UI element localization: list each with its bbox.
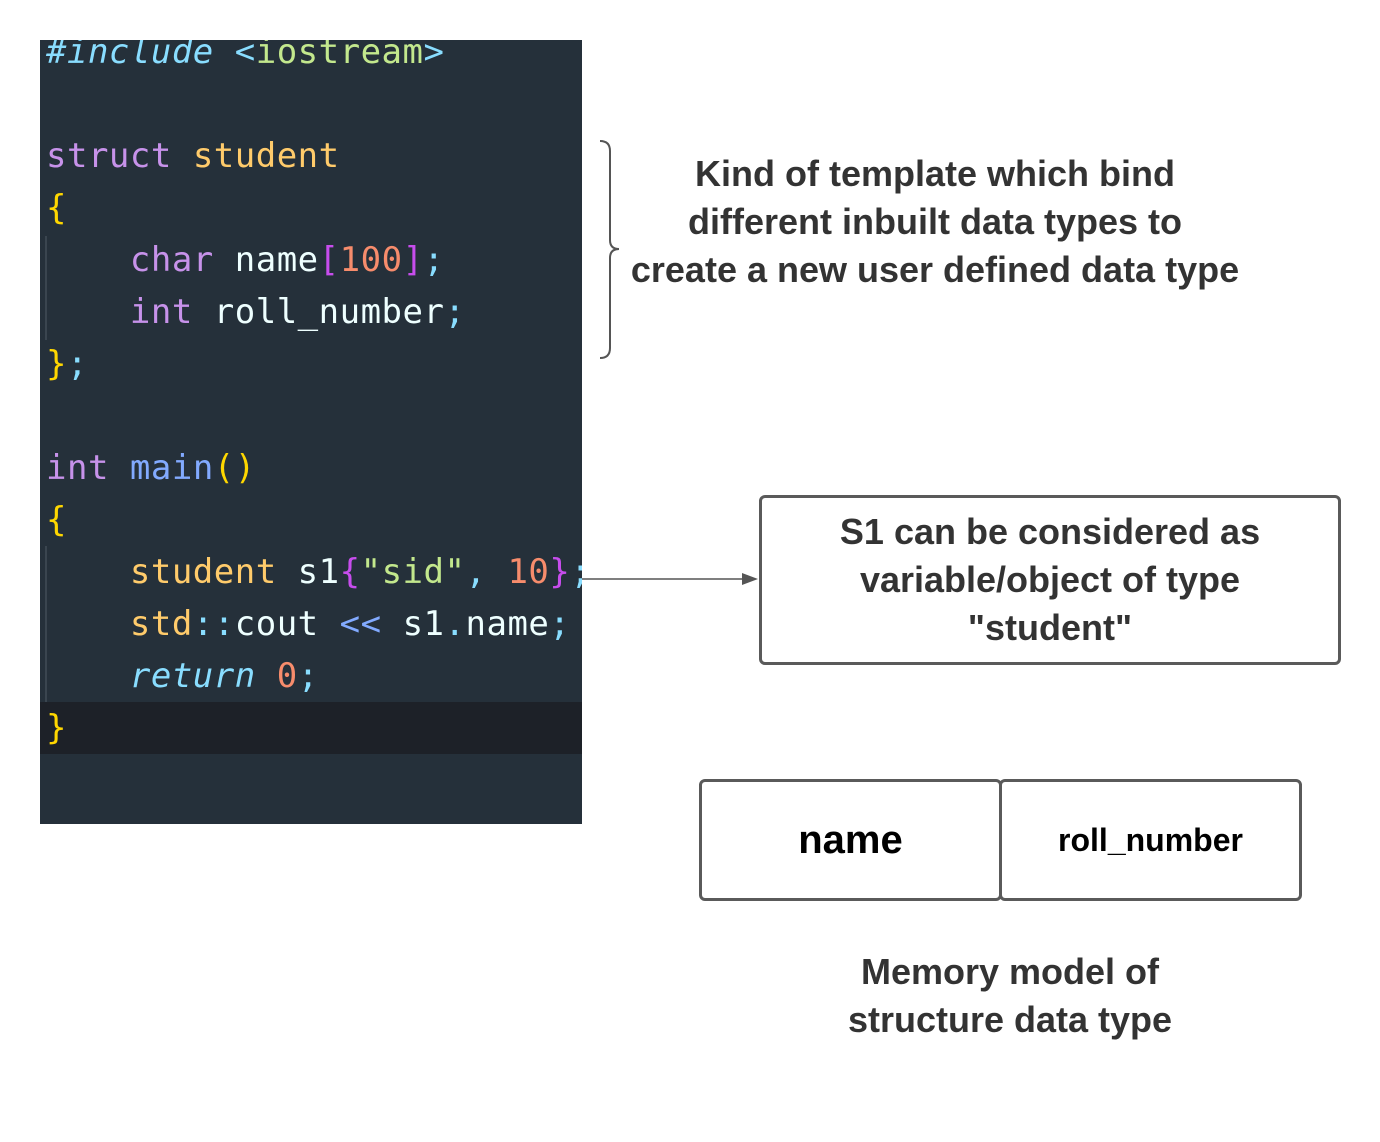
curly-brace: [599, 140, 620, 359]
memory-caption: Memory model of structure data type: [847, 951, 1173, 1040]
struct-description: Kind of template which bind different in…: [630, 153, 1240, 290]
field-label: name: [798, 817, 903, 862]
memory-field-name: name: [699, 779, 1002, 901]
arrow-head: [742, 573, 758, 585]
field-label: roll_number: [1058, 821, 1243, 858]
memory-field-roll-number: roll_number: [999, 779, 1302, 901]
object-description-box: S1 can be considered as variable/object …: [759, 495, 1341, 665]
object-description: S1 can be considered as variable/object …: [839, 511, 1261, 648]
